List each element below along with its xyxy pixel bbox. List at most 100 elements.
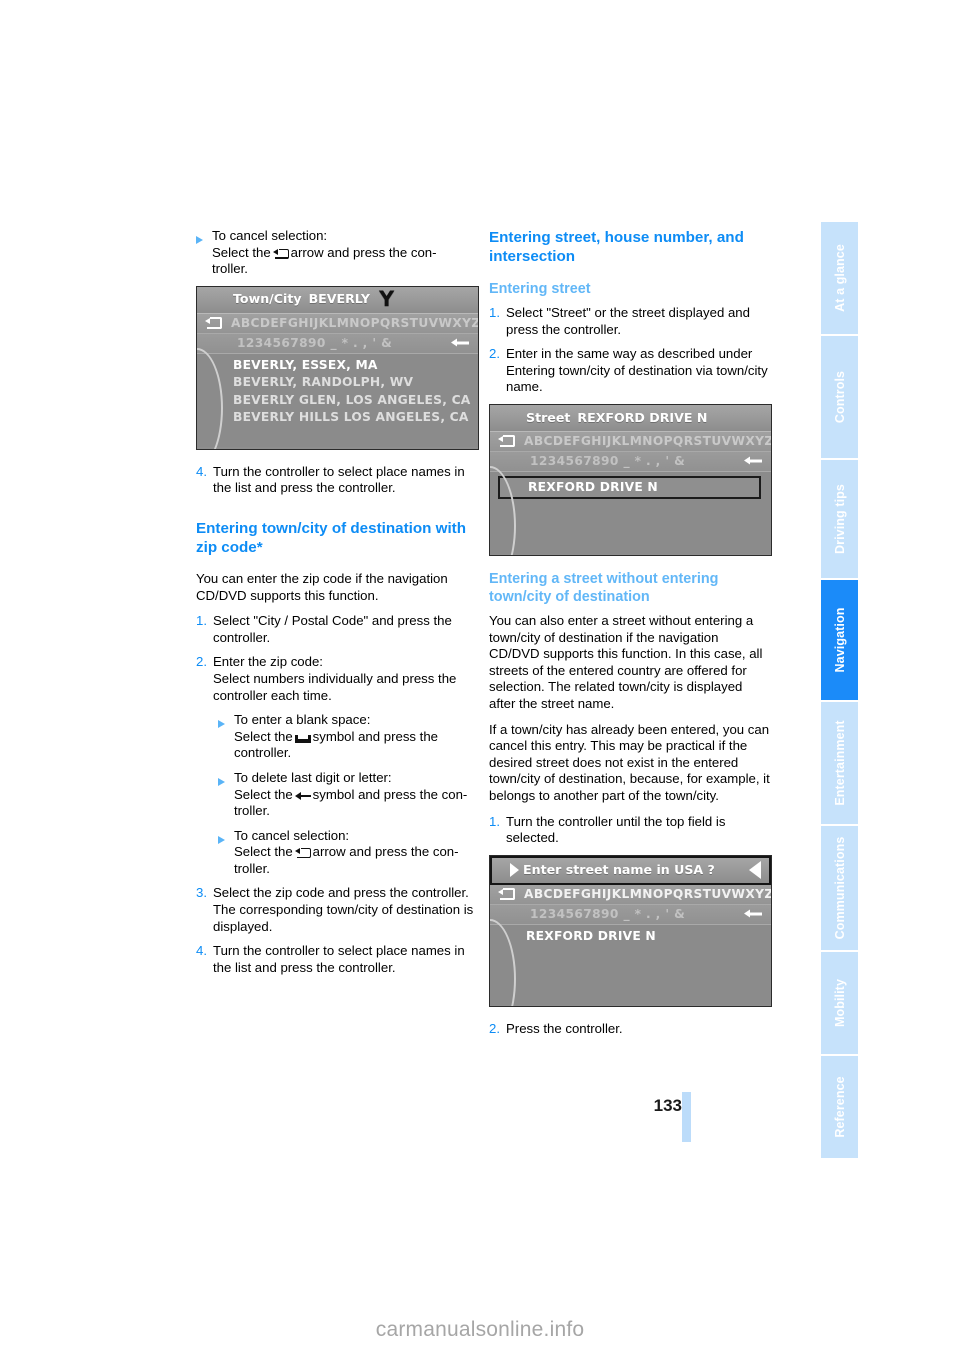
numbered-list-without-2: 2. Press the controller. [489, 1021, 772, 1038]
screenshot-result-list[interactable]: BEVERLY, ESSEX, MA BEVERLY, RANDOLPH, WV… [197, 347, 478, 449]
figure-code: MHC5610195 [475, 406, 478, 447]
item-number: 3. [196, 885, 207, 901]
screenshot-title-value: Enter street name in USA ? [523, 861, 715, 877]
screenshot-alphabet-row[interactable]: ABCDEFGHIJKLMNOPQRSTUVWXYZ [197, 313, 479, 334]
tab-at-a-glance[interactable]: At a glance [821, 222, 858, 336]
screenshot-title-bar-selected[interactable]: Enter street name in USA ? [490, 855, 771, 885]
bullet-list-zip-options: To enter a blank space: Select the symbol… [196, 712, 479, 877]
screenshot-enter-street-usa: Enter street name in USA ? ABCDEFGHIJKLM… [489, 854, 772, 1007]
digit-characters: 1234567890 _ * . , ' & [530, 906, 686, 921]
bullet-line-2a: Select the [234, 844, 293, 860]
tab-communications[interactable]: Communications [821, 826, 858, 952]
screenshot-street: Street REXFORD DRIVE N ABCDEFGHIJKLMNOPQ… [489, 403, 772, 556]
bullet-line-1: To cancel selection: [212, 228, 328, 243]
delete-left-icon[interactable] [744, 456, 762, 467]
heading-street-without-town: Entering a street without entering town/… [489, 570, 719, 605]
left-text-column: To cancel selection: Select the arrow and… [196, 228, 479, 984]
triangle-right-icon [510, 863, 519, 878]
tab-label: At a glance [832, 244, 847, 312]
tab-reference[interactable]: Reference [821, 1056, 858, 1158]
bullet-item-cancel-selection: To cancel selection: Select the arrow and… [218, 828, 479, 878]
item-number: 1. [489, 305, 500, 320]
list-item-selected[interactable]: REXFORD DRIVE N [498, 475, 761, 499]
tab-driving-tips[interactable]: Driving tips [821, 460, 858, 580]
screenshot-title-bar: Town/City BEVERLY Y [197, 286, 478, 314]
item-line-2: Select numbers individually and press th… [213, 670, 457, 703]
triangle-bullet-icon [218, 770, 234, 820]
list-item[interactable]: REXFORD DRIVE N [490, 928, 771, 946]
screenshot-title-value: BEVERLY [308, 291, 370, 307]
heading-entering-street-house-intersection: Entering street, house number, and inter… [489, 229, 744, 265]
back-arrow-icon[interactable] [498, 435, 515, 448]
triangle-bullet-icon [218, 828, 234, 878]
bullet-line-3: troller. [212, 261, 248, 277]
bullet-line-1: To enter a blank space: [234, 712, 371, 728]
paragraph-zip-intro: You can enter the zip code if the naviga… [196, 570, 448, 603]
numbered-item-1: 1. Select "City / Postal Code" and press… [196, 613, 479, 646]
screenshot-digits-row[interactable]: 1234567890 _ * . , ' & [490, 451, 771, 472]
tab-label: Driving tips [832, 484, 847, 554]
bullet-line-2b: symbol and press the con- [312, 786, 468, 802]
triangle-bullet-icon [218, 712, 234, 762]
bullet-list-cancel-top: To cancel selection: Select the arrow and… [196, 228, 479, 278]
screenshot-digits-row[interactable]: 1234567890 _ * . , ' & [197, 333, 478, 354]
screenshot-alphabet-row[interactable]: ABCDEFGHIJKLMNOPQRSTUVWXYZ [490, 431, 771, 452]
delete-left-icon[interactable] [744, 909, 762, 920]
item-number: 2. [196, 654, 207, 670]
numbered-item-2: 2. Enter in the same way as described un… [489, 346, 772, 396]
list-item[interactable]: BEVERLY HILLS LOS ANGELES, CA [197, 409, 478, 427]
bullet-line-1: To delete last digit or letter: [234, 769, 392, 785]
figure-code: MHC5620515 [768, 512, 771, 553]
screenshot-result-list[interactable]: REXFORD DRIVE N [490, 918, 771, 1006]
bullet-line-2a: Select the [234, 786, 293, 802]
paragraph-without-1: You can also enter a street without ente… [489, 612, 763, 711]
heading-entering-zip: Entering town/city of destination with z… [196, 519, 466, 556]
screenshot-title-label: Town/City [233, 291, 302, 307]
item-text: Enter in the same way as described under… [506, 346, 768, 395]
screenshot-title-value: REXFORD DRIVE N [577, 409, 708, 425]
digit-characters: 1234567890 _ * . , ' & [530, 454, 686, 469]
list-item[interactable]: BEVERLY, ESSEX, MA [197, 357, 478, 375]
numbered-item-1: 1. Turn the controller until the top fie… [489, 814, 772, 847]
tab-mobility[interactable]: Mobility [821, 952, 858, 1056]
paragraph-without-2: If a town/city has already been entered,… [489, 721, 770, 803]
bullet-item-cancel-selection: To cancel selection: Select the arrow and… [196, 228, 479, 278]
tab-label: Communications [832, 836, 847, 940]
screenshot-result-list[interactable]: REXFORD DRIVE N [490, 465, 771, 555]
back-arrow-icon[interactable] [205, 317, 222, 330]
item-number: 2. [489, 346, 500, 362]
list-item[interactable]: BEVERLY GLEN, LOS ANGELES, CA [197, 392, 478, 410]
screenshot-digits-row[interactable]: 1234567890 _ * . , ' & [490, 904, 771, 925]
item-text: Select "City / Postal Code" and press th… [213, 613, 452, 645]
page-number: 133 [653, 1096, 682, 1115]
alphabet-letters: ABCDEFGHIJKLMNOPQRSTUVWXYZ [231, 315, 479, 330]
numbered-list-zip: 1. Select "City / Postal Code" and press… [196, 613, 479, 704]
cursor-letter: Y [379, 287, 395, 312]
delete-left-icon [294, 790, 311, 801]
item-text: Turn the controller to select place name… [213, 943, 465, 975]
item-number: 1. [489, 813, 500, 829]
bullet-item-blank-space: To enter a blank space: Select the symbol… [218, 712, 479, 762]
tab-label: Navigation [832, 607, 847, 673]
digit-characters: 1234567890 _ * . , ' & [237, 335, 393, 350]
tab-navigation[interactable]: Navigation [821, 580, 858, 702]
list-item[interactable]: BEVERLY, RANDOLPH, WV [197, 374, 478, 392]
numbered-list-zip-end: 3. Select the zip code and press the con… [196, 885, 479, 976]
back-arrow-icon [294, 847, 311, 859]
delete-left-icon[interactable] [451, 338, 469, 349]
numbered-list-without-1: 1. Turn the controller until the top fie… [489, 814, 772, 847]
tab-controls[interactable]: Controls [821, 336, 858, 460]
item-text: Turn the controller to select place name… [213, 463, 465, 496]
screenshot-title-label: Street [526, 409, 571, 425]
back-arrow-icon[interactable] [498, 888, 515, 901]
figure-code: MHC5620515 [768, 963, 771, 1004]
heading-entering-street: Entering street [489, 281, 591, 297]
item-number: 1. [196, 613, 207, 629]
bullet-line-2a: Select the [234, 728, 293, 744]
screenshot-alphabet-row[interactable]: ABCDEFGHIJKLMNOPQRSTUVWXYZ [490, 884, 771, 905]
numbered-list-top: 4. Turn the controller to select place n… [196, 464, 479, 497]
section-tab-rail: At a glance Controls Driving tips Naviga… [821, 222, 858, 1158]
tab-entertainment[interactable]: Entertainment [821, 702, 858, 826]
back-arrow-icon [272, 248, 289, 259]
bullet-line-1: To cancel selection: [234, 827, 350, 843]
